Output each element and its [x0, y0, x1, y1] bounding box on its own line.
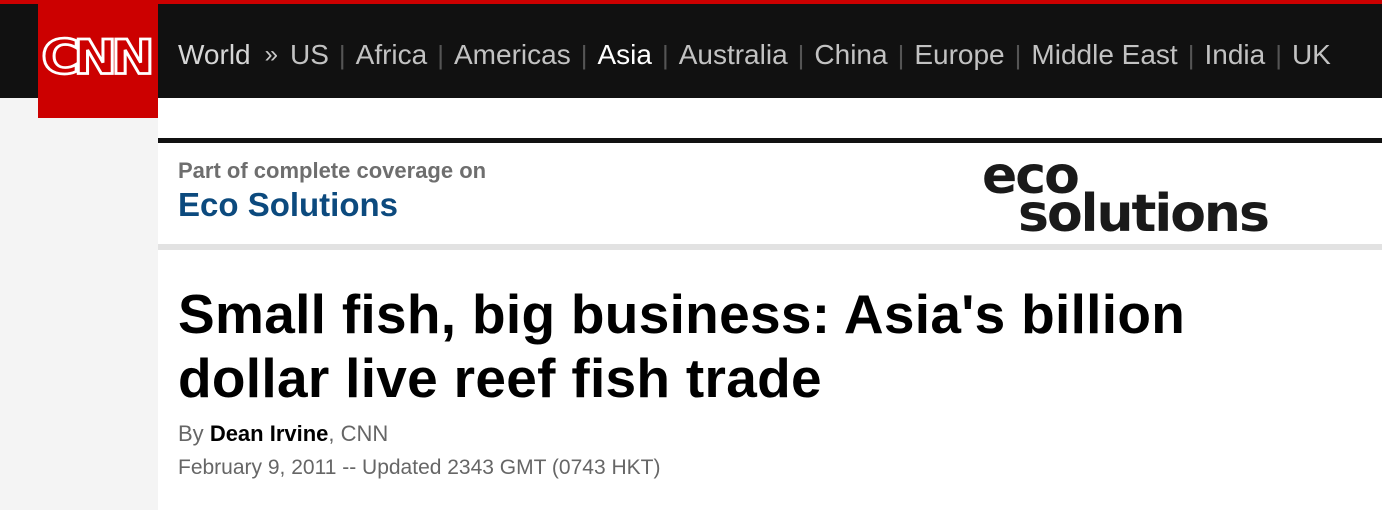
byline: By Dean Irvine, CNN: [178, 421, 388, 447]
coverage-prefix: Part of complete coverage on: [178, 158, 487, 183]
top-navigation-bar: World » US | Africa | Americas | Asia | …: [0, 4, 1382, 98]
nav-item-australia[interactable]: Australia: [679, 39, 788, 71]
nav-item-americas[interactable]: Americas: [454, 39, 571, 71]
nav-divider: |: [1275, 39, 1282, 70]
nav-divider: |: [897, 39, 905, 70]
article-headline: Small fish, big business: Asia's billion…: [178, 283, 1186, 409]
byline-prefix: By: [178, 421, 204, 446]
nav-section-world[interactable]: World: [178, 39, 251, 71]
nav-item-asia[interactable]: Asia: [597, 39, 651, 71]
nav-divider: |: [580, 39, 588, 70]
article-dateline: February 9, 2011 -- Updated 2343 GMT (07…: [178, 456, 661, 479]
byline-outlet: , CNN: [328, 421, 389, 446]
author-link[interactable]: Dean Irvine: [210, 421, 329, 446]
nav-item-us[interactable]: US: [290, 39, 329, 71]
coverage-divider: [158, 138, 1382, 143]
nav-divider: |: [338, 39, 346, 70]
nav-item-africa[interactable]: Africa: [356, 39, 428, 71]
nav-divider: |: [1187, 39, 1195, 70]
nav-divider: |: [661, 39, 669, 70]
nav-item-middle-east[interactable]: Middle East: [1031, 39, 1177, 71]
nav-item-uk[interactable]: UK: [1292, 39, 1331, 71]
eco-logo-bottom: solutions: [1018, 184, 1270, 244]
nav-item-china[interactable]: China: [814, 39, 887, 71]
nav-item-india[interactable]: India: [1204, 39, 1265, 71]
nav-item-europe[interactable]: Europe: [914, 39, 1004, 71]
nav-breadcrumb-separator: »: [264, 41, 278, 68]
article-content: Part of complete coverage on Eco Solutio…: [158, 98, 1382, 510]
eco-solutions-logo[interactable]: eco solutions: [982, 150, 1292, 242]
nav-divider: |: [797, 39, 805, 70]
coverage-bottom-divider: [158, 244, 1382, 250]
cnn-logo[interactable]: CNN: [38, 4, 158, 118]
eco-solutions-link[interactable]: Eco Solutions: [178, 186, 398, 224]
region-nav: World » US | Africa | Americas | Asia | …: [178, 8, 1331, 102]
nav-divider: |: [437, 39, 444, 70]
nav-divider: |: [1014, 39, 1022, 70]
cnn-logo-text: CNN: [40, 30, 156, 87]
